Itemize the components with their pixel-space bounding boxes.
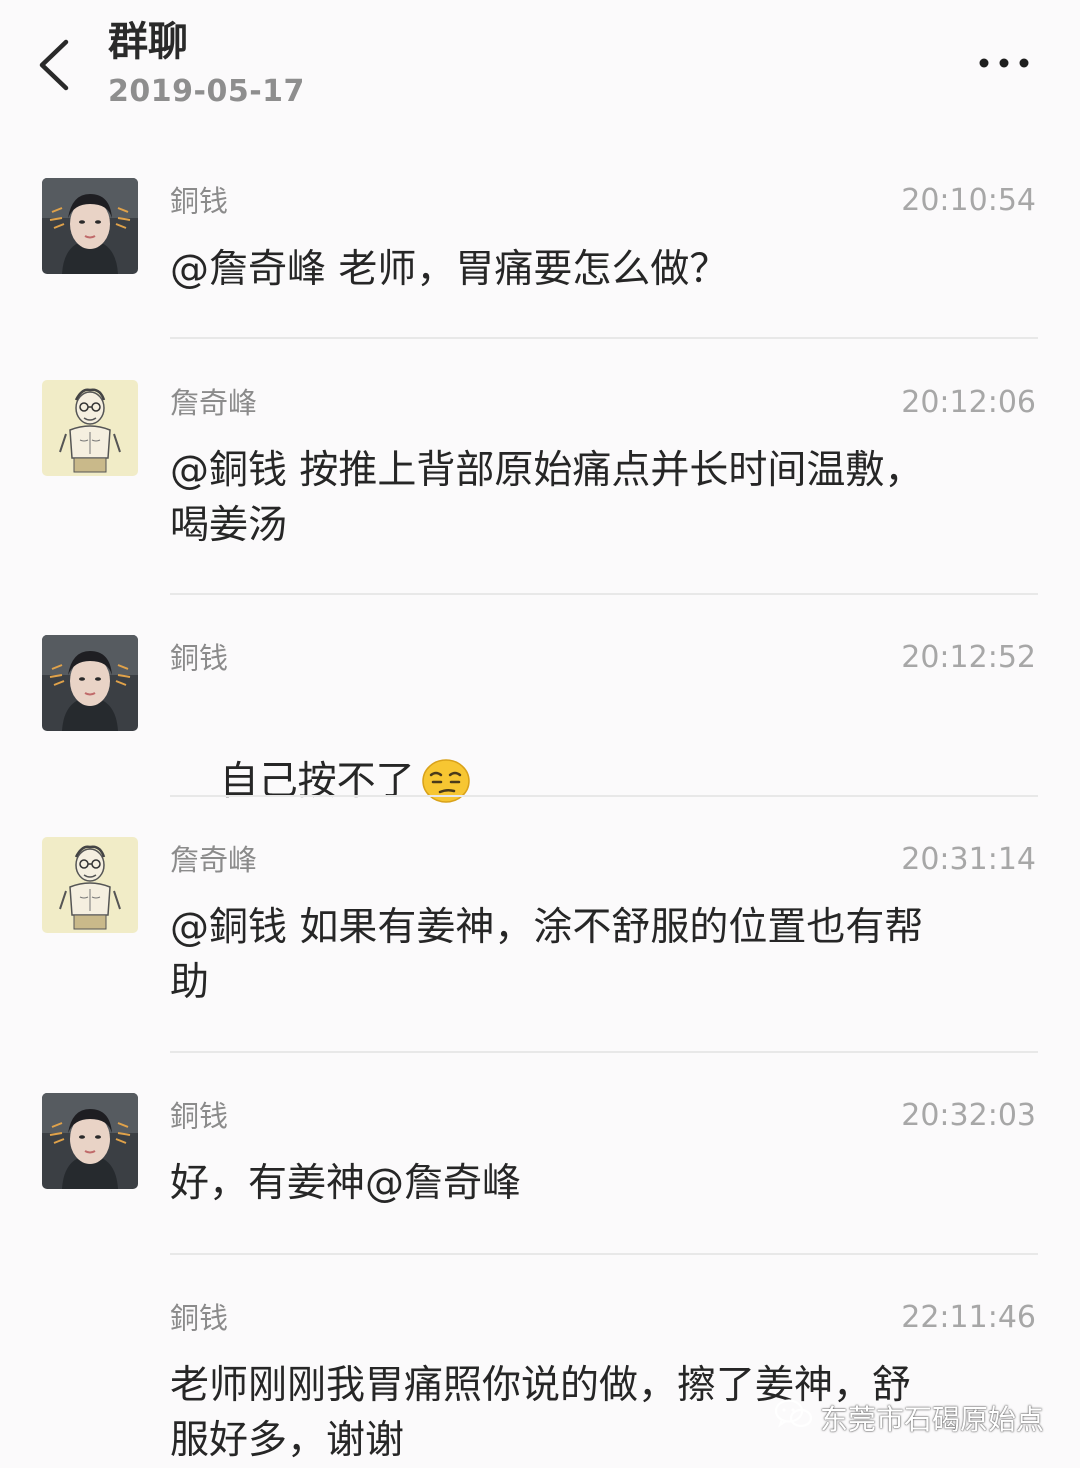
divider — [170, 795, 1038, 797]
sender-name: 詹奇峰 — [170, 843, 258, 877]
watermark: 东莞市石碣原始点 — [774, 1398, 1044, 1442]
more-dots-icon — [979, 58, 1029, 68]
divider — [170, 337, 1038, 339]
avatar-cartoon[interactable] — [42, 380, 138, 476]
divider — [170, 593, 1038, 595]
message-time: 20:12:06 — [901, 385, 1036, 420]
message-text: 好，有姜神@詹奇峰 — [170, 1161, 522, 1206]
message-time: 22:11:46 — [901, 1300, 1036, 1335]
message-time: 20:31:14 — [901, 842, 1036, 877]
cartoon-avatar-icon — [42, 380, 138, 476]
chat-header: 群聊 2019-05-17 — [0, 0, 1080, 140]
more-button[interactable] — [966, 40, 1042, 86]
message-text: @銅钱 如果有姜神，涂不舒服的位置也有帮 助 — [170, 905, 924, 1005]
message-text: @銅钱 按推上背部原始痛点并长时间温敷， 喝姜汤 — [170, 448, 924, 548]
avatar-cartoon[interactable] — [42, 837, 138, 933]
message-time: 20:12:52 — [901, 640, 1036, 675]
sender-name: 銅钱 — [170, 1301, 229, 1335]
female-avatar-icon — [42, 635, 138, 731]
divider — [170, 1051, 1038, 1053]
sender-name: 銅钱 — [170, 184, 229, 218]
message-time: 20:10:54 — [901, 183, 1036, 218]
chevron-left-icon — [39, 39, 69, 91]
sender-name: 銅钱 — [170, 641, 229, 675]
cartoon-avatar-icon — [42, 837, 138, 933]
avatar-female[interactable] — [42, 635, 138, 731]
chat-date: 2019-05-17 — [108, 74, 305, 109]
watermark-text: 东莞市石碣原始点 — [819, 1403, 1044, 1436]
wechat-icon — [774, 1398, 814, 1442]
divider — [170, 1253, 1038, 1255]
chat-title: 群聊 — [108, 19, 188, 65]
message-text: @詹奇峰 老师，胃痛要怎么做？ — [170, 247, 729, 292]
avatar-female[interactable] — [42, 178, 138, 274]
female-avatar-icon — [42, 1093, 138, 1189]
female-avatar-icon — [42, 178, 138, 274]
sly-face-emoji-icon — [421, 758, 471, 819]
avatar-female[interactable] — [42, 1093, 138, 1189]
message-time: 20:32:03 — [901, 1098, 1036, 1133]
sender-name: 詹奇峰 — [170, 386, 258, 420]
sender-name: 銅钱 — [170, 1099, 229, 1133]
message-text-content: 自己按不了 — [219, 759, 415, 804]
back-button[interactable] — [30, 30, 80, 100]
